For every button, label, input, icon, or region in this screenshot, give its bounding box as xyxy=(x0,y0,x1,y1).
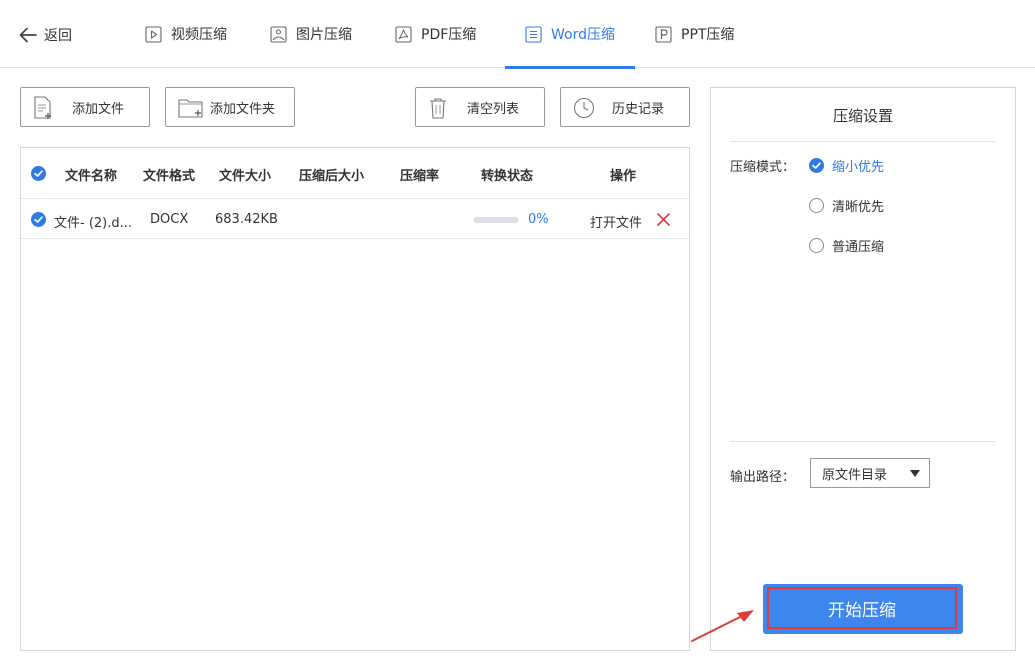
clear-list-label: 清空列表 xyxy=(467,101,520,117)
image-icon xyxy=(270,25,287,43)
mode-option-normal-label: 普通压缩 xyxy=(832,240,885,255)
word-icon xyxy=(525,25,542,43)
header-actions: 操作 xyxy=(610,169,637,184)
add-file-button[interactable]: 添加文件 xyxy=(20,87,150,127)
settings-panel: 压缩设置 压缩模式： 缩小优先 清晰优先 普通压缩 输出路径： 原文件目录 开始… xyxy=(710,87,1016,651)
output-path-select[interactable]: 原文件目录 xyxy=(810,458,930,488)
header-compressed-size: 压缩后大小 xyxy=(299,169,365,184)
top-nav: 返回 视频压缩 图片压缩 PDF压缩 Word压缩 PPT压缩 xyxy=(0,0,1035,69)
header-format: 文件格式 xyxy=(143,169,196,184)
clear-list-button[interactable]: 清空列表 xyxy=(415,87,545,127)
progress-bar xyxy=(473,217,519,223)
tab-ppt-label: PPT压缩 xyxy=(681,27,735,43)
header-status: 转换状态 xyxy=(481,169,534,184)
trash-icon xyxy=(430,98,446,119)
tab-image-label: 图片压缩 xyxy=(296,27,352,43)
table-row: 文件- (2).d... DOCX 683.42KB 0% 打开文件 xyxy=(21,200,689,239)
tab-pdf[interactable]: PDF压缩 xyxy=(395,0,476,68)
output-path-label: 输出路径： xyxy=(730,470,796,485)
tab-video-label: 视频压缩 xyxy=(171,27,227,43)
clock-icon xyxy=(573,97,595,119)
history-label: 历史记录 xyxy=(612,101,665,117)
start-compress-button[interactable]: 开始压缩 xyxy=(763,584,963,634)
header-size: 文件大小 xyxy=(219,169,272,184)
output-path-value: 原文件目录 xyxy=(822,467,888,483)
mode-option-clearer-label: 清晰优先 xyxy=(832,200,885,215)
file-table: 文件名称 文件格式 文件大小 压缩后大小 压缩率 转换状态 操作 文件- (2)… xyxy=(20,147,690,651)
tab-word[interactable]: Word压缩 xyxy=(505,0,635,69)
table-header: 文件名称 文件格式 文件大小 压缩后大小 压缩率 转换状态 操作 xyxy=(21,148,689,199)
settings-title: 压缩设置 xyxy=(832,107,893,125)
mode-label: 压缩模式： xyxy=(730,160,796,175)
back-label: 返回 xyxy=(44,28,72,44)
pdf-icon xyxy=(395,25,412,43)
add-folder-button[interactable]: 添加文件夹 xyxy=(165,87,295,127)
radio-checked-icon xyxy=(809,158,824,173)
start-compress-label: 开始压缩 xyxy=(828,600,896,621)
add-file-icon xyxy=(34,96,51,119)
progress-text: 0% xyxy=(528,212,549,227)
annotation-arrow-icon xyxy=(691,610,754,642)
tab-video[interactable]: 视频压缩 xyxy=(145,0,227,68)
select-all-checkbox[interactable] xyxy=(31,166,46,181)
header-ratio: 压缩率 xyxy=(400,169,440,184)
video-icon xyxy=(145,25,162,43)
delete-icon[interactable] xyxy=(657,213,670,226)
mode-option-normal[interactable]: 普通压缩 xyxy=(809,236,884,255)
add-file-label: 添加文件 xyxy=(72,101,125,117)
tab-ppt[interactable]: PPT压缩 xyxy=(655,0,734,68)
settings-divider-top xyxy=(730,141,996,142)
radio-unchecked-icon xyxy=(809,238,824,253)
tab-pdf-label: PDF压缩 xyxy=(421,27,477,43)
header-filename: 文件名称 xyxy=(65,169,118,184)
arrow-left-icon xyxy=(19,27,37,43)
settings-divider-bottom xyxy=(730,441,996,442)
tab-word-label: Word压缩 xyxy=(551,27,615,43)
mode-option-clearer[interactable]: 清晰优先 xyxy=(809,196,884,215)
open-file-link[interactable]: 打开文件 xyxy=(590,212,642,231)
add-folder-label: 添加文件夹 xyxy=(210,101,276,117)
ppt-icon xyxy=(655,25,672,43)
cell-format: DOCX xyxy=(150,212,189,227)
history-button[interactable]: 历史记录 xyxy=(560,87,690,127)
row-checkbox[interactable] xyxy=(31,212,46,227)
mode-option-smaller-label: 缩小优先 xyxy=(832,160,885,175)
highlight-box: 开始压缩 xyxy=(767,587,957,629)
cell-size: 683.42KB xyxy=(215,212,278,227)
cell-filename: 文件- (2).d... xyxy=(54,216,133,231)
mode-option-smaller[interactable]: 缩小优先 xyxy=(809,156,884,175)
add-folder-icon xyxy=(178,99,203,118)
tab-image[interactable]: 图片压缩 xyxy=(270,0,352,68)
back-button[interactable]: 返回 xyxy=(18,24,72,46)
caret-down-icon xyxy=(910,470,920,477)
radio-unchecked-icon xyxy=(809,198,824,213)
